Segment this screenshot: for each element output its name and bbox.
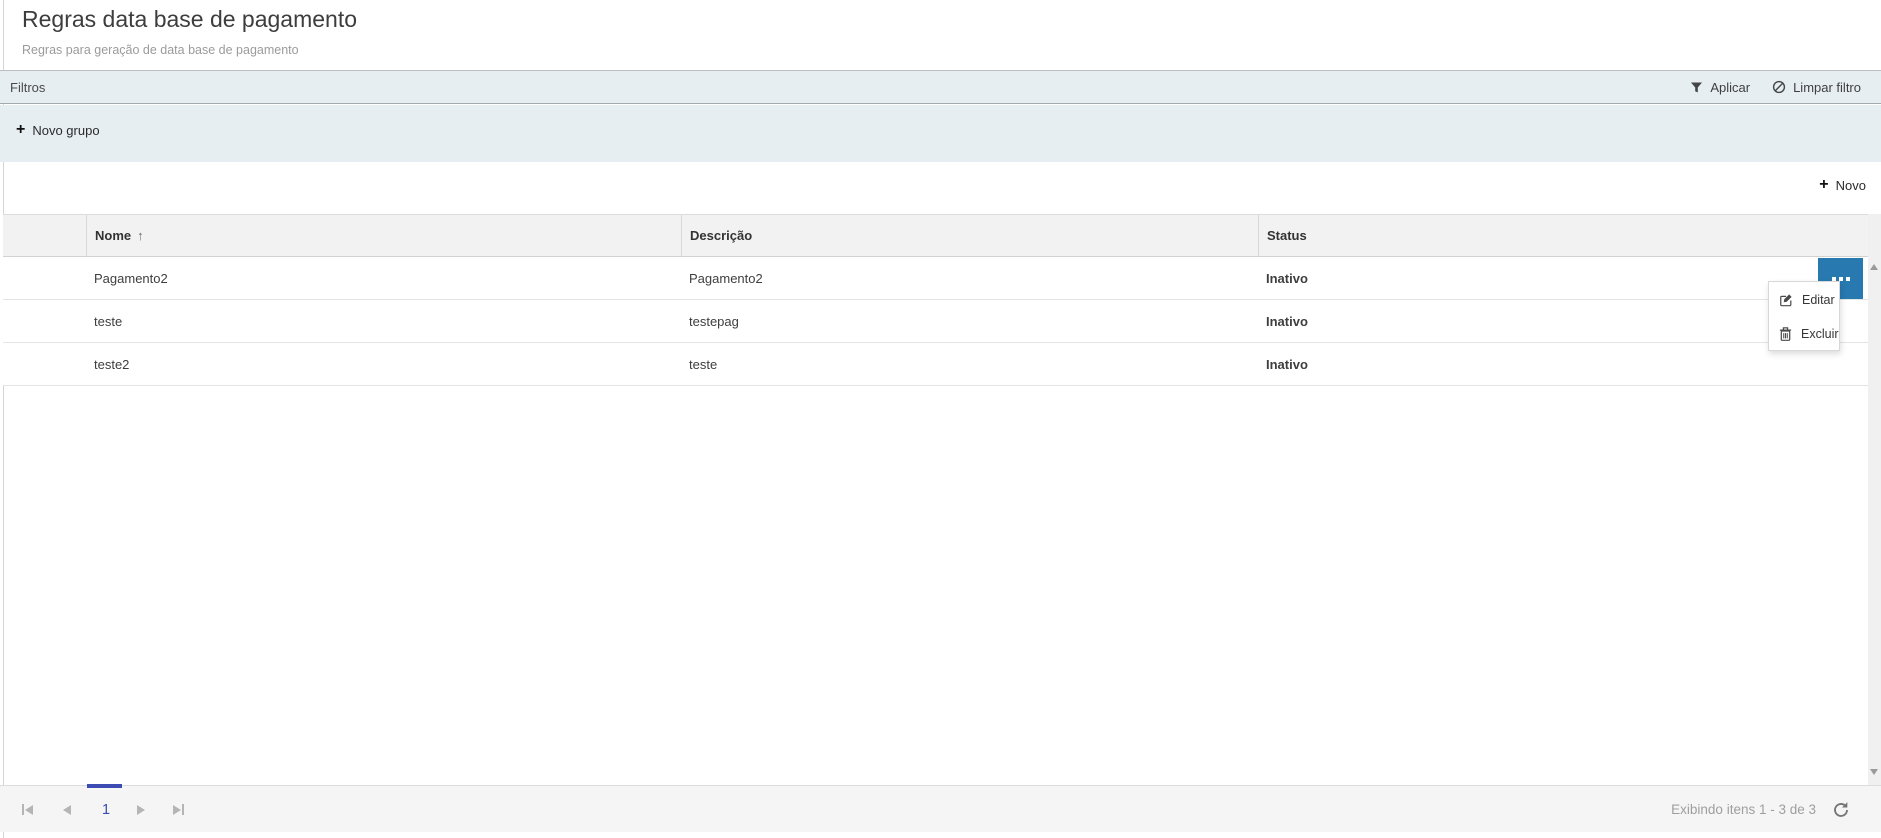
new-record-label: Novo bbox=[1836, 178, 1866, 193]
data-grid: Nome ↑ Descrição Status Pagamento2 Pagam… bbox=[3, 214, 1868, 386]
sort-ascending-icon: ↑ bbox=[137, 228, 144, 243]
scroll-up-icon[interactable] bbox=[1870, 264, 1878, 270]
grid-header-nome[interactable]: Nome ↑ bbox=[86, 215, 681, 256]
grid-header-descricao[interactable]: Descrição bbox=[681, 215, 1258, 256]
grid-header-status[interactable]: Status bbox=[1258, 215, 1868, 256]
new-group-button[interactable]: + Novo grupo bbox=[16, 122, 100, 138]
cell-descricao: teste bbox=[681, 343, 1258, 385]
grid-header-nome-label: Nome bbox=[95, 228, 131, 243]
row-context-menu: Editar Excluir bbox=[1768, 281, 1840, 351]
new-record-button[interactable]: + Novo bbox=[1819, 177, 1866, 193]
previous-page-button[interactable] bbox=[63, 805, 71, 815]
filter-funnel-icon bbox=[1690, 81, 1703, 94]
grid-header-empty bbox=[3, 215, 86, 256]
row-handle-cell bbox=[3, 257, 86, 299]
row-handle-cell bbox=[3, 343, 86, 385]
plus-icon: + bbox=[1819, 177, 1828, 193]
grid-header-descricao-label: Descrição bbox=[690, 228, 752, 243]
apply-filter-label: Aplicar bbox=[1710, 80, 1750, 95]
scroll-down-icon[interactable] bbox=[1870, 769, 1878, 775]
clear-filter-label: Limpar filtro bbox=[1793, 80, 1861, 95]
filter-bar-title: Filtros bbox=[10, 80, 45, 95]
menu-item-delete-label: Excluir bbox=[1801, 327, 1839, 341]
chevron-left-icon bbox=[63, 805, 71, 815]
grid-header-status-label: Status bbox=[1267, 228, 1307, 243]
next-page-button[interactable] bbox=[137, 805, 145, 815]
cell-nome: teste bbox=[86, 300, 681, 342]
vertical-scrollbar[interactable] bbox=[1868, 214, 1881, 785]
pagination-summary-area: Exibindo itens 1 - 3 de 3 bbox=[1671, 786, 1851, 833]
page-number-button[interactable]: 1 bbox=[96, 802, 116, 818]
cell-descricao: Pagamento2 bbox=[681, 257, 1258, 299]
active-page-indicator bbox=[87, 784, 122, 788]
edit-pencil-icon bbox=[1779, 293, 1793, 307]
refresh-button[interactable] bbox=[1831, 800, 1851, 820]
grid-header-row: Nome ↑ Descrição Status bbox=[3, 214, 1868, 257]
page-subtitle: Regras para geração de data base de paga… bbox=[22, 43, 299, 57]
circle-slash-icon bbox=[1772, 80, 1786, 94]
filter-bar: Filtros Aplicar Limpar filtro bbox=[0, 70, 1881, 104]
clear-filter-button[interactable]: Limpar filtro bbox=[1772, 80, 1861, 95]
last-page-icon bbox=[182, 804, 184, 815]
items-summary: Exibindo itens 1 - 3 de 3 bbox=[1671, 802, 1816, 817]
menu-item-edit[interactable]: Editar bbox=[1769, 283, 1839, 317]
pagination-bar: 1 Exibindo itens 1 - 3 de 3 bbox=[0, 785, 1881, 832]
table-row[interactable]: Pagamento2 Pagamento2 Inativo bbox=[3, 257, 1868, 300]
table-row[interactable]: teste2 teste Inativo bbox=[3, 343, 1868, 386]
ellipsis-icon bbox=[1832, 277, 1836, 281]
first-page-button[interactable] bbox=[22, 804, 33, 815]
row-handle-cell bbox=[3, 300, 86, 342]
cell-nome: teste2 bbox=[86, 343, 681, 385]
new-group-label: Novo grupo bbox=[32, 123, 99, 138]
plus-icon: + bbox=[16, 122, 25, 138]
last-page-button[interactable] bbox=[173, 804, 184, 815]
trash-icon bbox=[1779, 327, 1792, 341]
chevron-right-icon bbox=[137, 805, 145, 815]
menu-item-delete[interactable]: Excluir bbox=[1769, 317, 1839, 351]
menu-item-edit-label: Editar bbox=[1802, 293, 1835, 307]
first-page-icon bbox=[22, 804, 24, 815]
filter-actions: Aplicar Limpar filtro bbox=[1690, 80, 1861, 95]
page-title: Regras data base de pagamento bbox=[22, 6, 357, 33]
page: Regras data base de pagamento Regras par… bbox=[0, 0, 1881, 838]
apply-filter-button[interactable]: Aplicar bbox=[1690, 80, 1750, 95]
cell-nome: Pagamento2 bbox=[86, 257, 681, 299]
table-row[interactable]: teste testepag Inativo bbox=[3, 300, 1868, 343]
cell-descricao: testepag bbox=[681, 300, 1258, 342]
filter-group-panel: + Novo grupo bbox=[0, 105, 1881, 162]
